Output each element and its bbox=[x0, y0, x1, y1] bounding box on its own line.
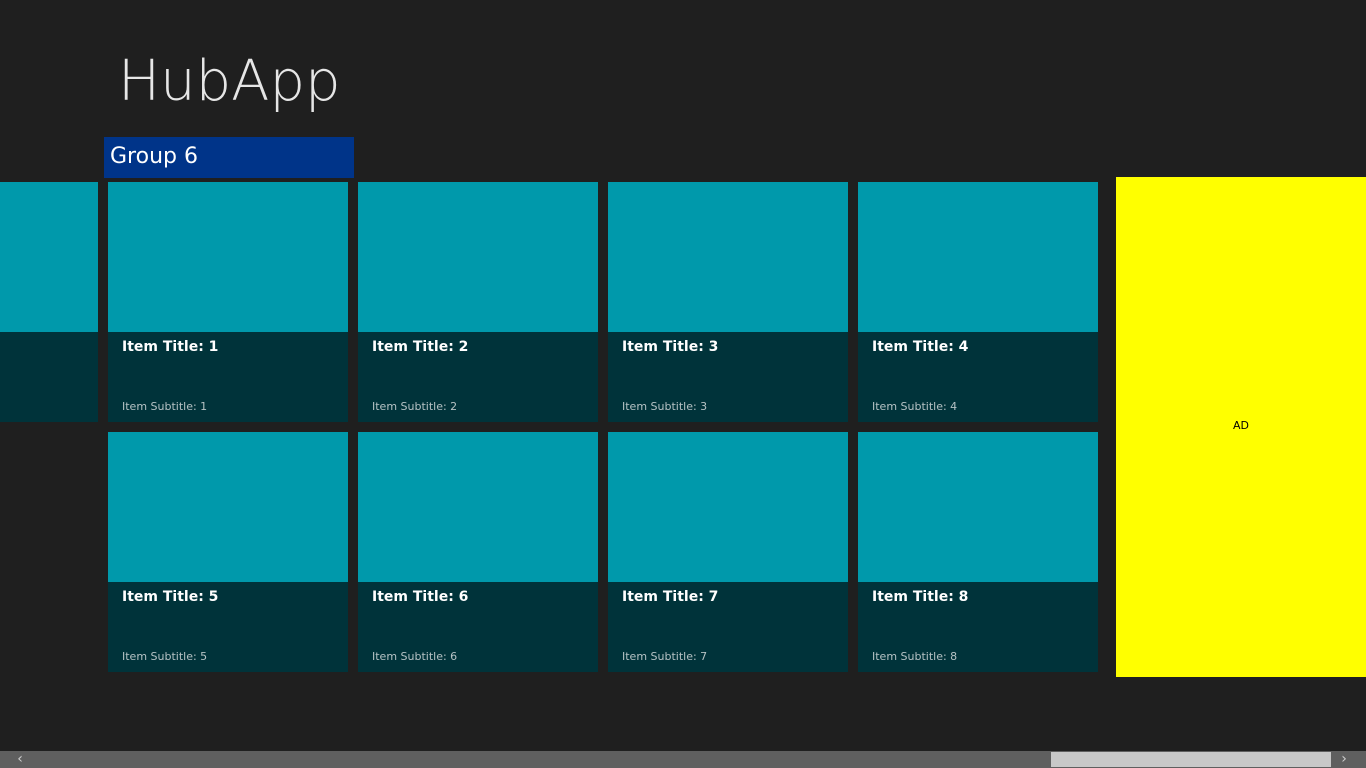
tile-subtitle: Item Subtitle: 3 bbox=[622, 400, 708, 413]
tile-subtitle: Item Subtitle: 7 bbox=[622, 650, 708, 663]
tile-title: Item Title: 5 bbox=[122, 589, 219, 605]
tile-subtitle: Item Subtitle: 6 bbox=[372, 650, 458, 663]
tile-title: Item Title: 1 bbox=[122, 339, 219, 355]
item-tile-4[interactable]: Item Title: 4 Item Subtitle: 4 bbox=[858, 182, 1098, 422]
item-tile-7[interactable]: Item Title: 7 Item Subtitle: 7 bbox=[608, 432, 848, 672]
item-tile-2[interactable]: Item Title: 2 Item Subtitle: 2 bbox=[358, 182, 598, 422]
scrollbar-thumb[interactable] bbox=[1051, 752, 1331, 767]
previous-group-tile[interactable] bbox=[0, 182, 98, 422]
tile-image bbox=[858, 182, 1098, 332]
tile-title: Item Title: 4 bbox=[872, 339, 969, 355]
tile-image bbox=[358, 432, 598, 582]
item-tile-3[interactable]: Item Title: 3 Item Subtitle: 3 bbox=[608, 182, 848, 422]
tile-image bbox=[108, 432, 348, 582]
ad-label: AD bbox=[1233, 419, 1249, 432]
item-tile-6[interactable]: Item Title: 6 Item Subtitle: 6 bbox=[358, 432, 598, 672]
tile-image bbox=[608, 182, 848, 332]
tile-title: Item Title: 2 bbox=[372, 339, 469, 355]
ad-banner[interactable]: AD bbox=[1116, 177, 1366, 677]
item-tile-1[interactable]: Item Title: 1 Item Subtitle: 1 bbox=[108, 182, 348, 422]
chevron-left-icon[interactable]: ‹ bbox=[10, 751, 30, 768]
tile-image bbox=[608, 432, 848, 582]
tile-image bbox=[358, 182, 598, 332]
tile-title: Item Title: 3 bbox=[622, 339, 719, 355]
tile-title: Item Title: 6 bbox=[372, 589, 469, 605]
item-tile-8[interactable]: Item Title: 8 Item Subtitle: 8 bbox=[858, 432, 1098, 672]
tile-image bbox=[0, 182, 98, 332]
tile-title: Item Title: 7 bbox=[622, 589, 719, 605]
tile-subtitle: Item Subtitle: 1 bbox=[122, 400, 208, 413]
tile-subtitle: Item Subtitle: 5 bbox=[122, 650, 208, 663]
group-header-button[interactable]: Group 6 bbox=[104, 137, 354, 178]
tile-overlay bbox=[0, 332, 98, 422]
tile-title: Item Title: 8 bbox=[872, 589, 969, 605]
tile-image bbox=[858, 432, 1098, 582]
tile-subtitle: Item Subtitle: 8 bbox=[872, 650, 958, 663]
tile-subtitle: Item Subtitle: 4 bbox=[872, 400, 958, 413]
tile-image bbox=[108, 182, 348, 332]
chevron-right-icon[interactable]: › bbox=[1334, 751, 1354, 768]
horizontal-scrollbar[interactable]: ‹ › bbox=[0, 751, 1366, 768]
item-tile-5[interactable]: Item Title: 5 Item Subtitle: 5 bbox=[108, 432, 348, 672]
tile-subtitle: Item Subtitle: 2 bbox=[372, 400, 458, 413]
app-title: HubApp bbox=[118, 49, 341, 114]
